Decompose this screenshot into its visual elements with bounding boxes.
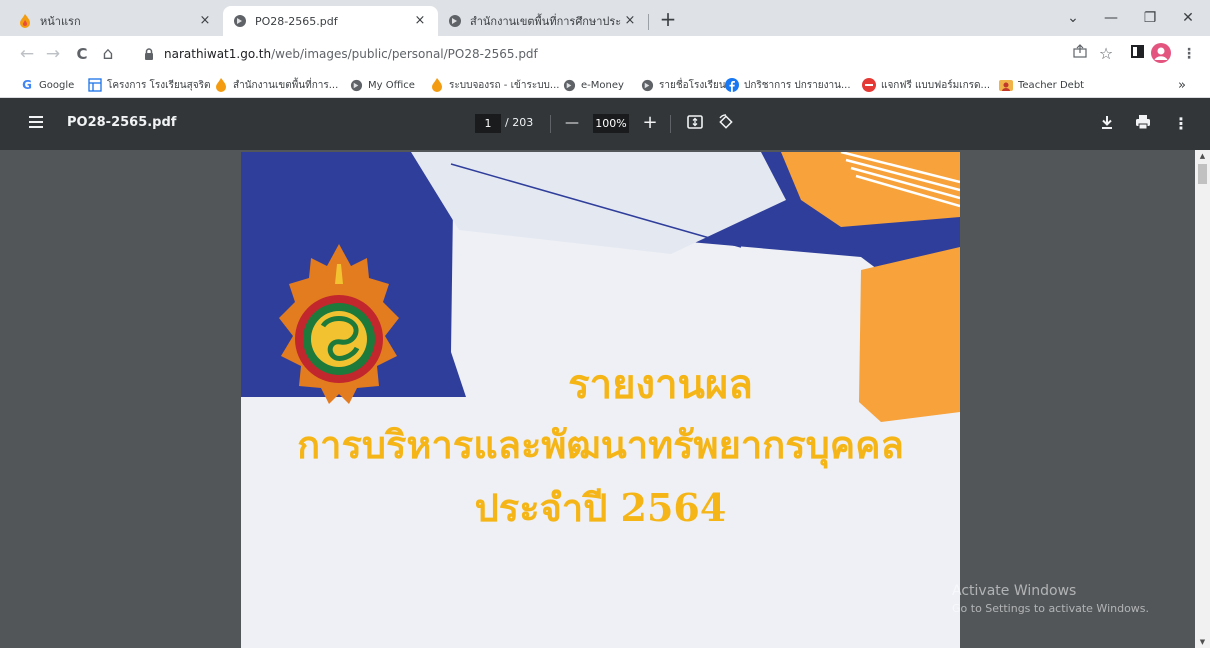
zoom-in-button[interactable]: +	[640, 112, 660, 134]
bookmarks-overflow-button[interactable]: »	[1178, 76, 1186, 94]
bookmark-grade-forms[interactable]: แจกฟรี แบบฟอร์มเกรด...	[862, 76, 990, 94]
zoom-out-button[interactable]: —	[562, 112, 582, 134]
address-bar[interactable]: narathiwat1.go.th/web/images/public/pers…	[134, 41, 1194, 67]
home-button[interactable]: ⌂	[97, 43, 119, 65]
facebook-icon	[725, 78, 739, 92]
tab-title: PO28-2565.pdf	[255, 14, 338, 28]
bookmark-honest-school[interactable]: โครงการ โรงเรียนสุจริต	[88, 76, 210, 94]
flame-favicon-icon	[430, 78, 444, 92]
share-icon[interactable]	[1069, 43, 1091, 65]
hamburger-menu-icon[interactable]	[28, 114, 48, 134]
bookmark-e-money[interactable]: e-Money	[562, 76, 624, 94]
close-window-button[interactable]: ✕	[1168, 6, 1208, 30]
url-text: narathiwat1.go.th/web/images/public/pers…	[164, 47, 538, 61]
flame-favicon-icon	[18, 14, 32, 28]
bookmark-label: โครงการ โรงเรียนสุจริต	[107, 79, 211, 91]
google-icon: G	[22, 78, 32, 92]
page-number-input[interactable]: 1	[475, 114, 501, 133]
bookmark-label: แจกฟรี แบบฟอร์มเกรด...	[881, 79, 991, 91]
forward-button[interactable]: →	[42, 43, 64, 65]
pdf-page: รายงานผล การบริหารและพัฒนาทรัพยากรบุคคล …	[241, 152, 960, 648]
back-button[interactable]: ←	[16, 43, 38, 65]
bookmark-label: รายชื่อโรงเรียน	[659, 79, 726, 91]
reload-button[interactable]: C	[71, 43, 93, 65]
pdf-toolbar: PO28-2565.pdf 1 / 203 — 100% + ⋮	[0, 98, 1210, 150]
globe-icon	[448, 14, 462, 28]
bookmark-cover-page[interactable]: ปกริชาการ ปกรายงาน...	[725, 76, 851, 94]
tab-search-button[interactable]: ⌄	[1053, 6, 1093, 30]
bookmark-car-booking[interactable]: ระบบจองรถ - เข้าระบบ...	[430, 76, 559, 94]
bookmark-teacher-debt[interactable]: Teacher Debt	[999, 76, 1084, 94]
toolbar-divider	[550, 115, 551, 133]
folder-avatar-icon	[999, 78, 1013, 92]
bookmark-label: My Office	[368, 79, 415, 91]
bookmark-star-icon[interactable]: ☆	[1095, 43, 1117, 65]
bookmark-school-list[interactable]: รายชื่อโรงเรียน	[640, 76, 726, 94]
tab-pdf[interactable]: PO28-2565.pdf ×	[223, 6, 438, 36]
minimize-button[interactable]: —	[1091, 6, 1131, 30]
close-icon[interactable]: ×	[412, 13, 428, 29]
fit-to-page-icon[interactable]	[686, 113, 708, 135]
toolbar-divider	[670, 115, 671, 133]
watermark-subtitle: Go to Settings to activate Windows.	[952, 602, 1150, 615]
scroll-up-icon[interactable]: ▲	[1195, 150, 1210, 162]
close-icon[interactable]: ×	[622, 13, 638, 29]
zoom-level-input[interactable]: 100%	[593, 114, 629, 133]
table-icon	[88, 78, 102, 92]
tab-divider	[648, 14, 649, 30]
scroll-thumb[interactable]	[1198, 164, 1207, 184]
tab-strip: หน้าแรก × PO28-2565.pdf × สำนักงานเขตพื้…	[0, 0, 1210, 36]
activate-windows-watermark: Activate Windows Go to Settings to activ…	[952, 583, 1149, 615]
vertical-scrollbar[interactable]: ▲ ▼	[1195, 150, 1210, 648]
url-path: /web/images/public/personal/PO28-2565.pd…	[271, 47, 538, 61]
url-host: narathiwat1.go.th	[164, 47, 272, 61]
report-subtitle: การบริหารและพัฒนาทรัพยากรบุคคล	[297, 422, 904, 467]
page-total: / 203	[505, 116, 534, 129]
bookmark-my-office[interactable]: My Office	[349, 76, 415, 94]
bookmark-google[interactable]: G Google	[20, 76, 74, 94]
more-actions-icon[interactable]: ⋮	[1170, 113, 1192, 135]
new-tab-button[interactable]: +	[656, 8, 680, 32]
watermark-title: Activate Windows	[952, 583, 1077, 599]
bookmark-label: ระบบจองรถ - เข้าระบบ...	[449, 79, 560, 91]
bookmarks-bar: G Google โครงการ โรงเรียนสุจริต สำนักงาน…	[0, 72, 1210, 98]
bookmark-label: Teacher Debt	[1018, 79, 1085, 91]
side-panel-icon[interactable]	[1126, 43, 1148, 65]
tab-office-site[interactable]: สำนักงานเขตพื้นที่การศึกษาประถมศึก ×	[438, 6, 648, 36]
globe-icon	[562, 78, 576, 92]
rotate-icon[interactable]	[717, 113, 739, 135]
more-menu-icon[interactable]: ⋮	[1178, 43, 1200, 65]
report-title: รายงานผล	[568, 361, 753, 408]
globe-icon	[349, 78, 363, 92]
tab-title: สำนักงานเขตพื้นที่การศึกษาประถมศึก	[470, 15, 622, 28]
globe-icon	[640, 78, 654, 92]
red-circle-icon	[862, 78, 876, 92]
lock-icon	[144, 48, 154, 60]
bookmark-label: ปกริชาการ ปกรายงาน...	[744, 79, 851, 91]
report-year: ประจำปี 2564	[474, 485, 727, 530]
browser-toolbar: ← → C ⌂ narathiwat1.go.th/web/images/pub…	[0, 36, 1210, 72]
print-icon[interactable]	[1134, 113, 1156, 135]
download-icon[interactable]	[1098, 113, 1120, 135]
tab-home[interactable]: หน้าแรก ×	[8, 6, 223, 36]
close-icon[interactable]: ×	[197, 13, 213, 29]
scroll-down-icon[interactable]: ▼	[1195, 636, 1210, 648]
profile-avatar-icon[interactable]	[1150, 43, 1172, 65]
bookmark-label: e-Money	[581, 79, 624, 91]
bookmark-label: Google	[39, 79, 75, 91]
pdf-filename: PO28-2565.pdf	[67, 115, 177, 130]
tab-title: หน้าแรก	[40, 15, 81, 28]
globe-icon	[233, 14, 247, 28]
flame-favicon-icon	[214, 78, 228, 92]
maximize-button[interactable]: ❐	[1130, 6, 1170, 30]
pdf-document-area[interactable]: รายงานผล การบริหารและพัฒนาทรัพยากรบุคคล …	[0, 150, 1210, 648]
bookmark-office-area[interactable]: สำนักงานเขตพื้นที่การ...	[214, 76, 338, 94]
bookmark-label: สำนักงานเขตพื้นที่การ...	[233, 79, 339, 91]
